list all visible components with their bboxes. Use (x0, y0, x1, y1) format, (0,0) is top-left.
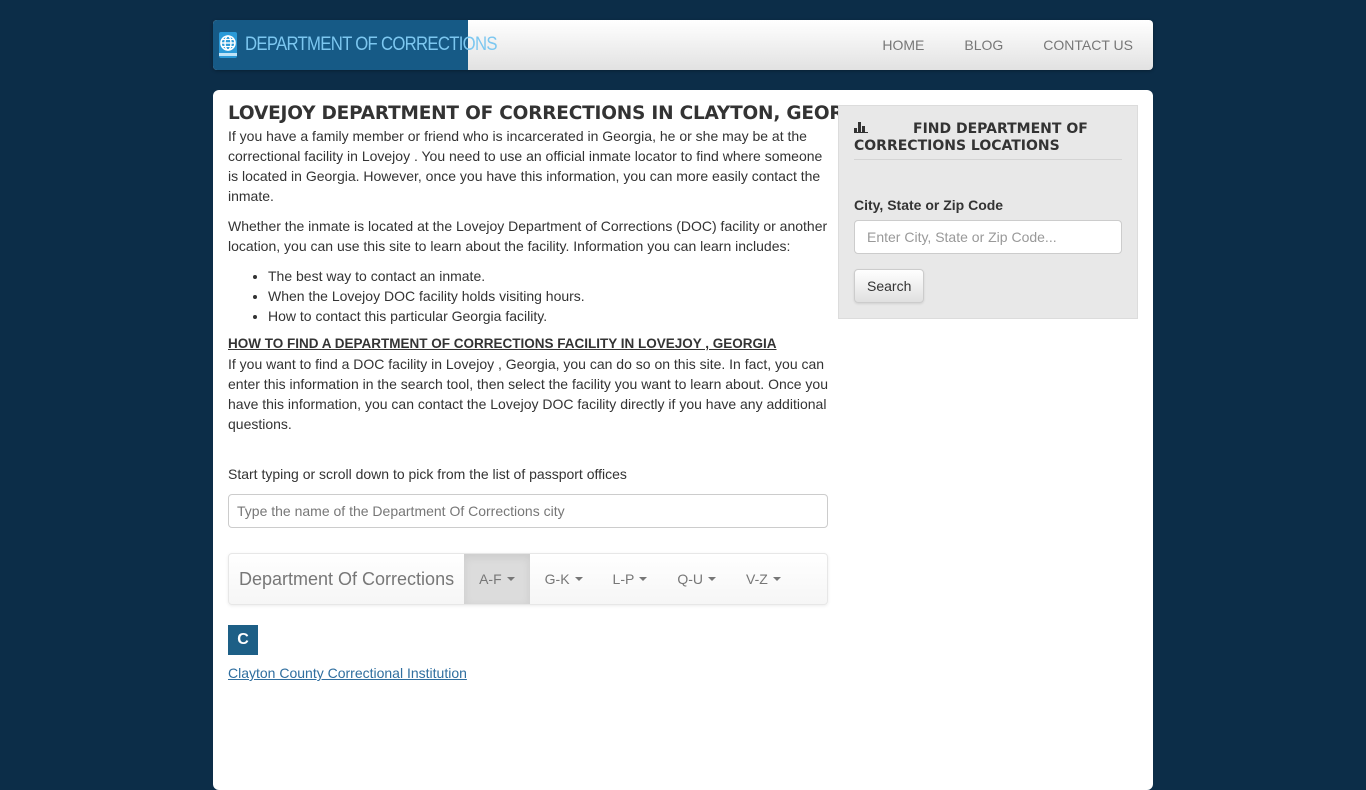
section-heading: HOW TO FIND A DEPARTMENT OF CORRECTIONS … (228, 336, 777, 351)
sidebar-title: FIND DEPARTMENT OF CORRECTIONS LOCATIONS (854, 121, 1122, 160)
dropdown-label: A-F (479, 571, 502, 587)
intro-paragraph: If you have a family member or friend wh… (228, 128, 823, 204)
caret-down-icon (639, 577, 648, 581)
list-item: The best way to contact an inmate. (268, 266, 828, 286)
info-list: The best way to contact an inmate. When … (268, 266, 828, 326)
nav-home[interactable]: HOME (862, 20, 944, 70)
letters-navbar: Department Of Corrections A-F G-K L-P Q-… (228, 553, 828, 605)
pick-instructions: Start typing or scroll down to pick from… (228, 466, 627, 482)
content-container: LOVEJOY DEPARTMENT OF CORRECTIONS IN CLA… (213, 90, 1153, 790)
caret-down-icon (772, 577, 781, 581)
top-navbar: DEPARTMENT OF CORRECTIONS HOME BLOG CONT… (213, 20, 1153, 70)
dropdown-label: Q-U (677, 571, 703, 587)
letters-dropdown-v-z[interactable]: V-Z (731, 554, 796, 604)
list-item: How to contact this particular Georgia f… (268, 306, 828, 326)
main-nav: HOME BLOG CONTACT US (862, 20, 1153, 70)
location-label: City, State or Zip Code (854, 197, 1004, 213)
letter-group-badge: C (228, 625, 258, 655)
dropdown-label: G-K (544, 571, 570, 587)
caret-down-icon (574, 577, 583, 581)
letters-dropdown-a-f[interactable]: A-F (464, 554, 530, 604)
search-button[interactable]: Search (854, 269, 925, 303)
dropdown-label: L-P (612, 571, 635, 587)
brand-title: DEPARTMENT OF CORRECTIONS (245, 34, 498, 55)
letters-nav-brand[interactable]: Department Of Corrections (229, 554, 464, 604)
list-item: When the Lovejoy DOC facility holds visi… (268, 286, 828, 306)
city-search-input[interactable] (228, 494, 828, 528)
sidebar-title-text: FIND DEPARTMENT OF CORRECTIONS LOCATIONS (854, 121, 1088, 154)
nav-blog[interactable]: BLOG (944, 20, 1023, 70)
location-search-input[interactable] (854, 220, 1122, 254)
bar-chart-icon (854, 122, 868, 133)
nav-contact-us[interactable]: CONTACT US (1023, 20, 1153, 70)
brand-logo-link[interactable]: DEPARTMENT OF CORRECTIONS (213, 20, 498, 70)
caret-down-icon (506, 577, 515, 581)
facility-link[interactable]: Clayton County Correctional Institution (228, 665, 467, 681)
letters-dropdown-l-p[interactable]: L-P (598, 554, 663, 604)
globe-passport-icon (219, 32, 237, 58)
main-content: LOVEJOY DEPARTMENT OF CORRECTIONS IN CLA… (228, 102, 880, 681)
letters-dropdown-q-u[interactable]: Q-U (662, 554, 731, 604)
caret-down-icon (708, 577, 716, 581)
page-title: LOVEJOY DEPARTMENT OF CORRECTIONS IN CLA… (228, 103, 880, 124)
find-paragraph: If you want to find a DOC facility in Lo… (228, 356, 829, 432)
letters-dropdown-g-k[interactable]: G-K (530, 554, 598, 604)
locations-sidebar: FIND DEPARTMENT OF CORRECTIONS LOCATIONS… (838, 105, 1138, 319)
info-paragraph: Whether the inmate is located at the Lov… (228, 218, 828, 254)
dropdown-label: V-Z (746, 571, 768, 587)
